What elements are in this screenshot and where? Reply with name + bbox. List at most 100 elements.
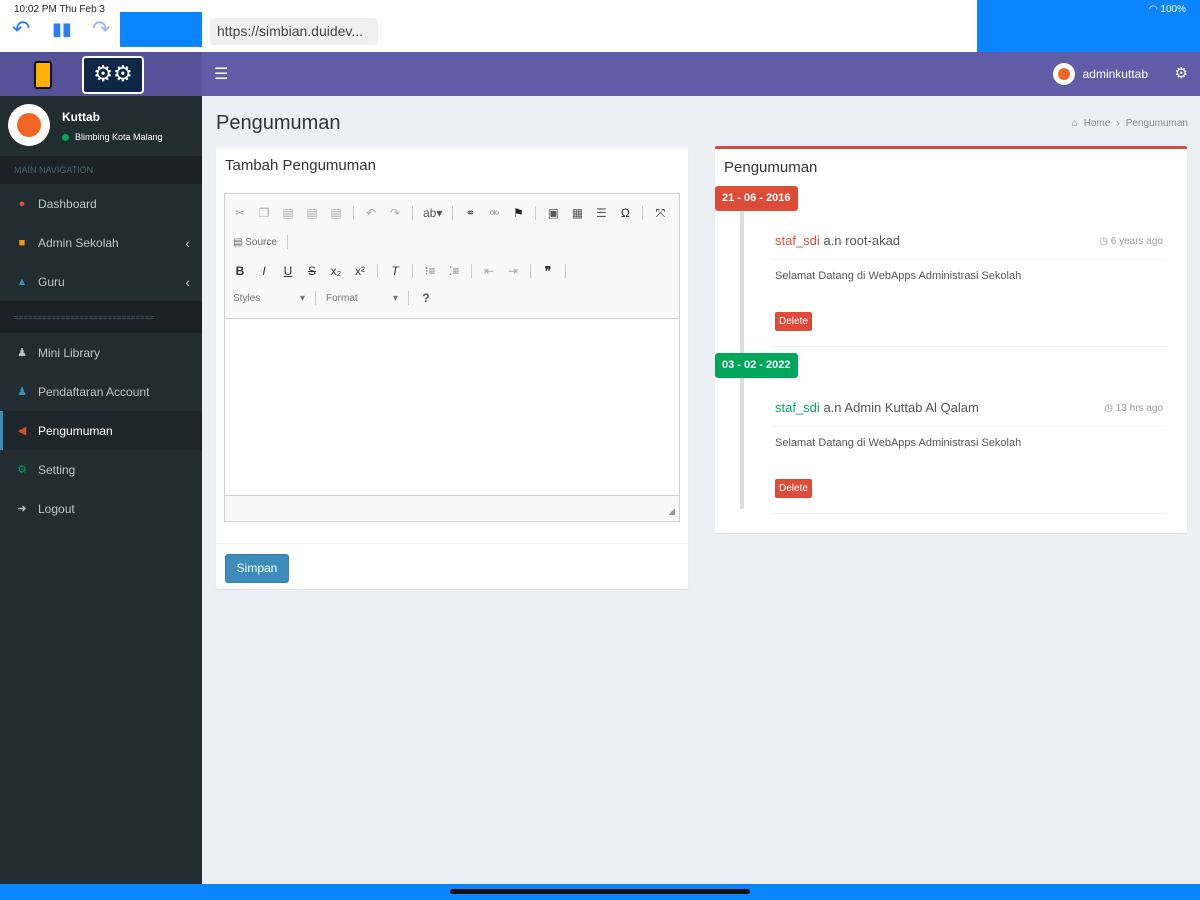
sidebar-item-guru[interactable]: ▲ Guru ‹	[0, 262, 202, 301]
box-footer-divider	[216, 543, 688, 544]
underline-icon[interactable]: U	[281, 264, 295, 278]
copy-icon[interactable]: ❐	[257, 206, 271, 220]
sidebar-item-label: Guru	[38, 274, 65, 289]
logo[interactable]: ⚙⚙	[0, 52, 202, 96]
link-icon[interactable]: ⚭	[463, 206, 477, 220]
indent-icon[interactable]: ⇥	[506, 264, 520, 278]
back-arrow-icon[interactable]: ↶	[12, 18, 30, 40]
username: adminkuttab	[1082, 67, 1148, 81]
image-icon[interactable]: ▣	[546, 206, 560, 220]
numbered-list-icon[interactable]: ⁝≡	[423, 264, 437, 278]
sidebar-item-pengumuman[interactable]: ◀ Pengumuman	[0, 411, 202, 450]
paste-word-icon[interactable]: ▤	[329, 206, 343, 220]
horizontal-line-icon[interactable]: ☰	[594, 206, 608, 220]
breadcrumb-separator: ›	[1116, 118, 1120, 129]
sidebar-item-mini-library[interactable]: ♟ Mini Library	[0, 333, 202, 372]
unlink-icon[interactable]: ⚮	[487, 206, 501, 220]
status-time: 10:02 PM Thu Feb 3	[14, 4, 105, 15]
special-char-icon[interactable]: Ω	[618, 206, 632, 220]
delete-button[interactable]: Delete	[775, 479, 812, 498]
styles-dropdown[interactable]: Styles ▾	[233, 293, 305, 304]
remove-format-icon[interactable]: T	[388, 264, 402, 278]
outdent-icon[interactable]: ⇤	[482, 264, 496, 278]
user-panel: Kuttab Blimbing Kota Malang	[0, 96, 202, 156]
avatar	[1052, 63, 1075, 85]
menu-toggle-icon[interactable]: ☰	[214, 64, 228, 84]
italic-icon[interactable]: I	[257, 264, 271, 278]
user-status: Blimbing Kota Malang	[62, 132, 163, 142]
toolbar-separator	[535, 206, 537, 220]
format-dropdown[interactable]: Format ▾	[326, 293, 398, 304]
maximize-icon[interactable]: ⤧	[653, 206, 667, 221]
timeline-divider	[771, 346, 1167, 347]
user-location: Blimbing Kota Malang	[75, 132, 163, 142]
forward-arrow-icon[interactable]: ↷	[92, 18, 110, 40]
sidebar-item-label: Setting	[38, 462, 76, 477]
document-icon: ▤	[233, 236, 246, 248]
browser-bar: 10:02 PM Thu Feb 3 ◠ 100% ↶ ▮▮ ↷ https:/…	[0, 0, 1200, 52]
resize-grip-icon[interactable]: ◢	[668, 506, 675, 517]
book-icon[interactable]: ▮▮	[52, 18, 72, 40]
timeline-header: staf_sdi a.n root-akad	[775, 233, 900, 248]
bullet-list-icon[interactable]: ⁚≡	[447, 264, 461, 278]
timeline-time: ◷ 13 hrs ago	[1104, 403, 1163, 414]
anchor-flag-icon[interactable]: ⚑	[511, 206, 525, 220]
user-menu[interactable]: adminkuttab	[1052, 63, 1148, 85]
box-title: Tambah Pengumuman	[225, 157, 376, 174]
undo-icon[interactable]: ↶	[364, 206, 378, 220]
chevron-left-icon: ‹	[185, 235, 190, 251]
announcements-box: Pengumuman 21 - 06 - 2016 staf_sdi a.n r…	[715, 146, 1187, 533]
timeline-author: a.n root-akad	[823, 233, 901, 248]
subscript-icon[interactable]: x₂	[329, 264, 343, 278]
user-plus-icon: ♟	[17, 386, 27, 398]
breadcrumb: ⌂ Home › Pengumuman	[1072, 118, 1188, 129]
blockquote-icon[interactable]: ❞	[541, 264, 555, 278]
sidebar-item-setting[interactable]: ⚙ Setting	[0, 450, 202, 489]
status-battery: ◠ 100%	[1149, 4, 1186, 15]
strikethrough-icon[interactable]: S	[305, 264, 319, 278]
source-label: Source	[245, 236, 277, 248]
delete-button[interactable]: Delete	[775, 312, 812, 331]
sidebar-item-dashboard[interactable]: ● Dashboard	[0, 184, 202, 223]
gears-logo-icon: ⚙⚙	[82, 56, 144, 94]
online-dot-icon	[62, 133, 69, 141]
paste-text-icon[interactable]: ▤	[305, 206, 319, 220]
editor-content-area[interactable]	[225, 318, 679, 496]
source-button[interactable]: ▤ Source	[233, 237, 277, 248]
timeline-date-label: 03 - 02 - 2022	[715, 353, 798, 378]
spellcheck-icon[interactable]: ab▾	[423, 206, 442, 220]
users-icon: ♟	[17, 347, 27, 359]
breadcrumb-home[interactable]: Home	[1084, 118, 1111, 129]
timeline-author: a.n Admin Kuttab Al Qalam	[823, 400, 979, 415]
timeline-user-link[interactable]: staf_sdi	[775, 400, 820, 415]
sidebar-item-admin-sekolah[interactable]: ■ Admin Sekolah ‹	[0, 223, 202, 262]
editor-toolbar-row: Styles ▾ Format ▾ ?	[233, 287, 433, 309]
editor-toolbar-row: ✂ ❐ ▤ ▤ ▤ ↶ ↷ ab▾ ⚭ ⚮ ⚑ ▣ ▦ ☰ Ω ⤧	[233, 202, 667, 224]
settings-gear-icon[interactable]: ⚙	[1175, 64, 1188, 82]
clock-icon: ◷	[1104, 403, 1116, 414]
cut-icon[interactable]: ✂	[233, 206, 247, 220]
superscript-icon[interactable]: x²	[353, 264, 367, 278]
save-button[interactable]: Simpan	[225, 554, 289, 583]
home-icon: ⌂	[1071, 118, 1078, 129]
breadcrumb-current: Pengumuman	[1125, 118, 1188, 129]
sidebar-item-pendaftaran-account[interactable]: ♟ Pendaftaran Account	[0, 372, 202, 411]
paste-icon[interactable]: ▤	[281, 206, 295, 220]
help-icon[interactable]: ?	[419, 291, 433, 305]
sidebar-item-logout[interactable]: ➜ Logout	[0, 489, 202, 528]
toolbar-separator	[408, 291, 409, 305]
add-announcement-box: Tambah Pengumuman ✂ ❐ ▤ ▤ ▤ ↶ ↷ ab▾ ⚭ ⚮ …	[216, 146, 688, 589]
editor-toolbar-row: B I U S x₂ x² T ⁝≡ ⁚≡ ⇤ ⇥ ❞	[233, 260, 566, 282]
toolbar-separator	[286, 235, 288, 249]
editor-toolbar-row: ▤ Source	[233, 231, 288, 253]
redo-icon[interactable]: ↷	[388, 206, 402, 220]
graduation-cap-icon: ▲	[16, 275, 28, 288]
table-icon[interactable]: ▦	[570, 206, 584, 220]
bold-icon[interactable]: B	[233, 264, 247, 278]
timeline-user-link[interactable]: staf_sdi	[775, 233, 820, 248]
bottom-bar	[0, 884, 1200, 900]
url-field[interactable]: https://simbian.duidev...	[210, 18, 378, 45]
home-indicator[interactable]	[450, 889, 750, 894]
box-title: Pengumuman	[724, 159, 818, 176]
user-name: Kuttab	[62, 110, 100, 124]
